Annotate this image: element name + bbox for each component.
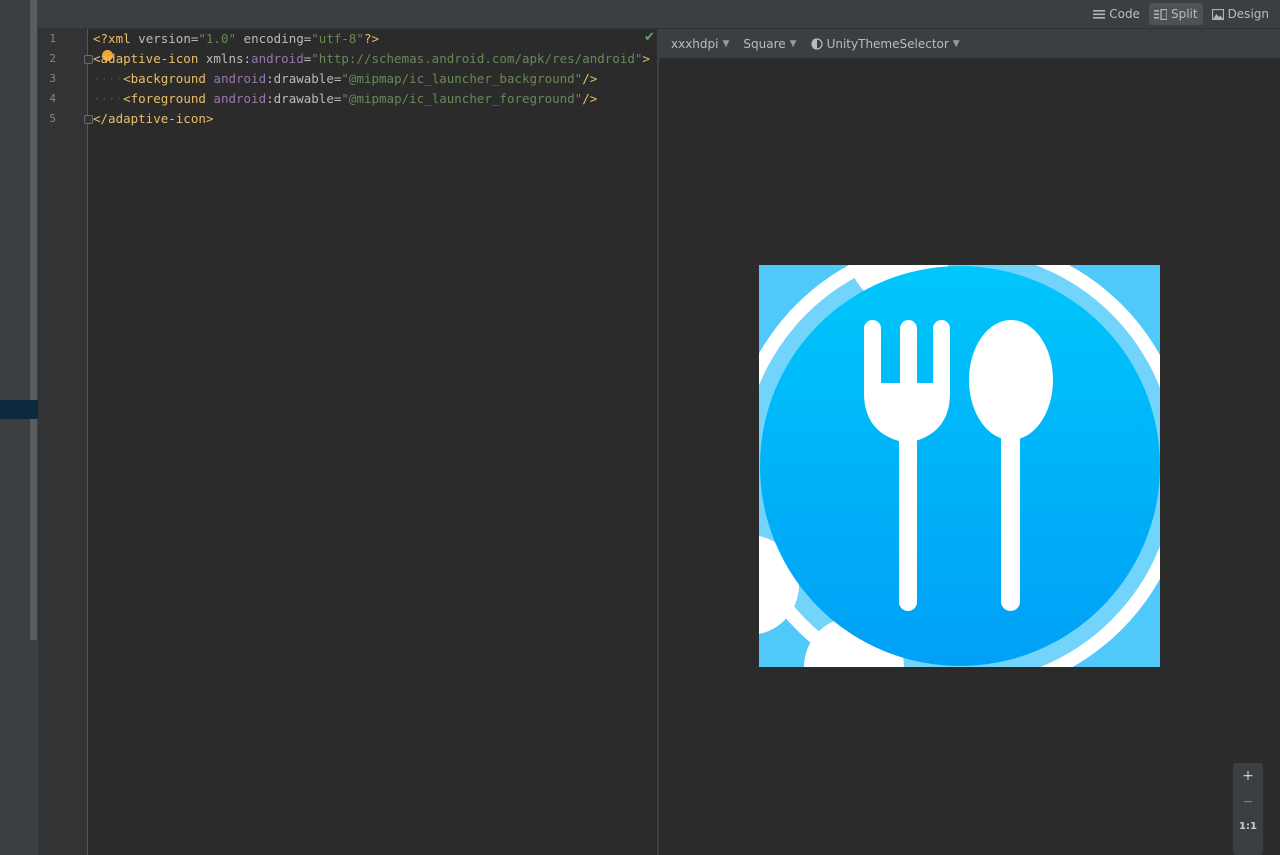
selected-row-marker [0,400,38,419]
xml-attr: :drawable= [266,71,342,86]
fold-toggle-icon[interactable] [84,55,93,64]
xml-value: "utf-8" [311,31,364,46]
no-problems-check-icon[interactable]: ✔ [644,30,655,45]
xml-value: "1.0" [198,31,237,46]
xml-attr: version= [130,31,199,46]
view-mode-switcher: Code Split Design [1088,3,1274,25]
vertical-scrollbar[interactable] [30,0,37,640]
split-view-button[interactable]: Split [1148,3,1203,25]
xml-tag-close: </adaptive-icon> [93,111,214,126]
fold-toggle-icon[interactable] [84,115,93,124]
theme-dropdown[interactable]: UnityThemeSelector ▼ [810,36,960,51]
shape-label: Square [743,36,786,51]
split-view-label: Split [1170,7,1198,21]
launcher-icon-preview [759,265,1160,667]
code-line-4: ····<foreground android:drawable="@mipma… [93,91,597,106]
code-line-3: ····<background android:drawable="@mipma… [93,71,597,86]
shape-dropdown[interactable]: Square ▼ [743,37,796,51]
design-view-label: Design [1227,7,1269,21]
theme-icon [810,37,823,50]
xml-attr: xmlns: [198,51,252,66]
xml-attr: encoding= [236,31,312,46]
line-number-gutter: 1 2 3 4 5 [38,29,88,855]
chevron-down-icon: ▼ [722,38,730,49]
zoom-in-button[interactable]: + [1233,768,1263,784]
line-number: 4 [49,92,56,105]
xml-tag: <foreground [123,91,206,106]
code-lines-icon [1093,9,1106,19]
code-line-5: </adaptive-icon> [93,111,213,126]
design-preview-pane: xxxhdpi ▼ Square ▼ UnityThemeSelector ▼ [659,29,1280,855]
density-dropdown[interactable]: xxxhdpi ▼ [671,37,729,51]
code-view-label: Code [1109,7,1140,21]
line-number: 3 [49,72,56,85]
xml-attr: :drawable= [266,91,342,106]
xml-tag: <adaptive-icon [93,51,199,66]
line-number: 2 [49,52,56,65]
code-line-2: <adaptive-icon xmlns:android="http://sch… [93,51,650,66]
tool-window-strip [0,0,38,855]
line-number: 5 [49,112,56,125]
code-view-button[interactable]: Code [1088,3,1145,25]
chevron-down-icon: ▼ [789,38,797,49]
actual-size-button[interactable]: 1:1 [1233,821,1263,832]
design-view-button[interactable]: Design [1207,3,1274,25]
xml-value: "http://schemas.android.com/apk/res/andr… [311,51,643,66]
chevron-down-icon: ▼ [952,38,960,49]
xml-namespace: android [205,91,267,106]
fold-guide [87,29,88,855]
xml-namespace: android [205,71,267,86]
split-view-icon [1153,8,1167,20]
xml-decl-open: <?xml [93,31,131,46]
zoom-out-button[interactable]: − [1233,794,1263,810]
xml-tag-close: > [642,51,650,66]
indent-dots: ···· [93,71,124,86]
fork-spoon-icon [759,265,1160,667]
xml-tag-close: /> [582,71,598,86]
xml-decl-close: ?> [363,31,380,46]
code-line-1: <?xml version="1.0" encoding="utf-8"?> [93,31,379,46]
editor-top-bar: Code Split Design [38,0,1280,29]
zoom-controls: + − 1:1 [1233,763,1263,855]
xml-tag: <background [123,71,206,86]
xml-namespace: android [251,51,304,66]
image-icon [1211,8,1224,20]
xml-tag-close: /> [582,91,598,106]
density-label: xxxhdpi [671,36,719,51]
preview-toolbar: xxxhdpi ▼ Square ▼ UnityThemeSelector ▼ [659,29,1280,58]
indent-dots: ···· [93,91,124,106]
xml-value: "@mipmap/ic_launcher_background" [341,71,583,86]
line-number: 1 [49,32,56,45]
theme-label: UnityThemeSelector [826,36,949,51]
xml-code-editor[interactable]: 1 2 3 4 5 ✔ <?xml version="1.0" encoding… [38,29,657,855]
xml-value: "@mipmap/ic_launcher_foreground" [341,91,583,106]
